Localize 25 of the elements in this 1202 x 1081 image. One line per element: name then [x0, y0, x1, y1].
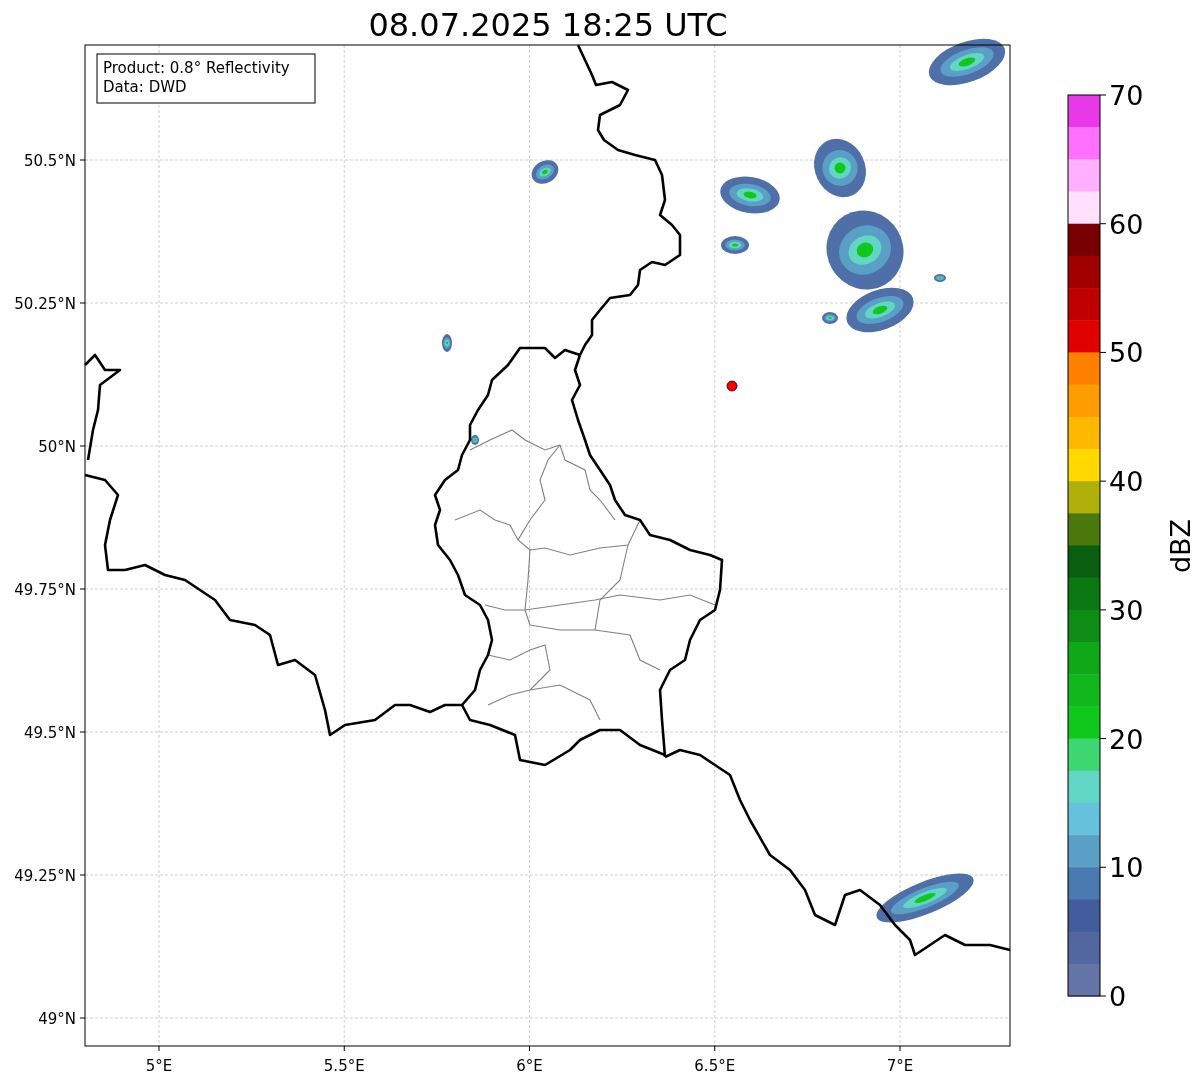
- colorbar-tick-label: 30: [1109, 594, 1144, 626]
- colorbar-label: dBZ: [1165, 518, 1196, 574]
- location-marker: [726, 380, 738, 392]
- legend-text: Product: 0.8° Reflectivity: [103, 59, 290, 77]
- colorbar-tick-label: 50: [1109, 337, 1144, 369]
- longitude-tick-label: 6.5°E: [694, 1057, 736, 1075]
- colorbar-tick-label: 70: [1109, 80, 1144, 111]
- longitude-tick-label: 5.5°E: [323, 1057, 365, 1075]
- colorbar-tick-label: 40: [1109, 466, 1144, 498]
- latitude-tick-label: 50.25°N: [14, 295, 76, 313]
- latitude-tick-label: 49°N: [38, 1010, 76, 1028]
- latitude-tick-label: 49.5°N: [23, 724, 76, 742]
- longitude-tick-label: 5°E: [145, 1057, 173, 1075]
- longitude-tick-label: 7°E: [886, 1057, 914, 1075]
- longitude-tick-label: 6°E: [516, 1057, 543, 1075]
- legend-text: Data: DWD: [103, 78, 187, 96]
- colorbar-tick-label: 10: [1109, 852, 1144, 884]
- latitude-tick-label: 50°N: [38, 438, 76, 456]
- latitude-tick-label: 50.5°N: [23, 152, 76, 170]
- colorbar-tick-label: 20: [1109, 723, 1144, 755]
- colorbar-tick-label: 60: [1109, 208, 1144, 240]
- colorbar-tick-label: 0: [1109, 981, 1127, 1012]
- latitude-tick-label: 49.75°N: [14, 581, 76, 599]
- chart-title: 08.07.2025 18:25 UTC: [368, 6, 728, 44]
- latitude-tick-label: 49.25°N: [14, 867, 76, 885]
